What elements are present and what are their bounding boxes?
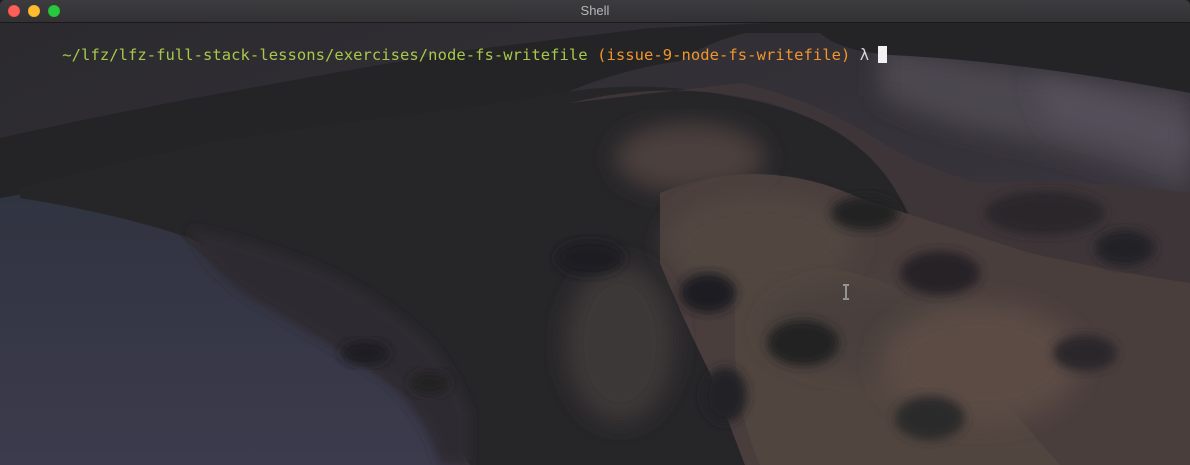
prompt-separator xyxy=(850,46,859,64)
prompt-symbol: λ xyxy=(859,46,870,64)
title-bar[interactable]: Shell xyxy=(0,0,1190,23)
terminal-content[interactable]: ~/lfz/lfz-full-stack-lessons/exercises/n… xyxy=(0,23,1190,465)
prompt-line: ~/lfz/lfz-full-stack-lessons/exercises/n… xyxy=(6,25,888,85)
terminal-cursor xyxy=(878,46,888,63)
text-cursor-icon xyxy=(843,284,849,300)
git-branch: (issue-9-node-fs-writefile) xyxy=(597,46,851,64)
terminal-window: Shell ~/lfz/lfz-full-stack-lessons/exerc… xyxy=(0,0,1190,465)
window-title: Shell xyxy=(580,3,610,18)
current-path: ~/lfz/lfz-full-stack-lessons/exercises/n… xyxy=(62,46,588,64)
prompt-separator xyxy=(588,46,597,64)
wallpaper-background xyxy=(0,23,1190,465)
